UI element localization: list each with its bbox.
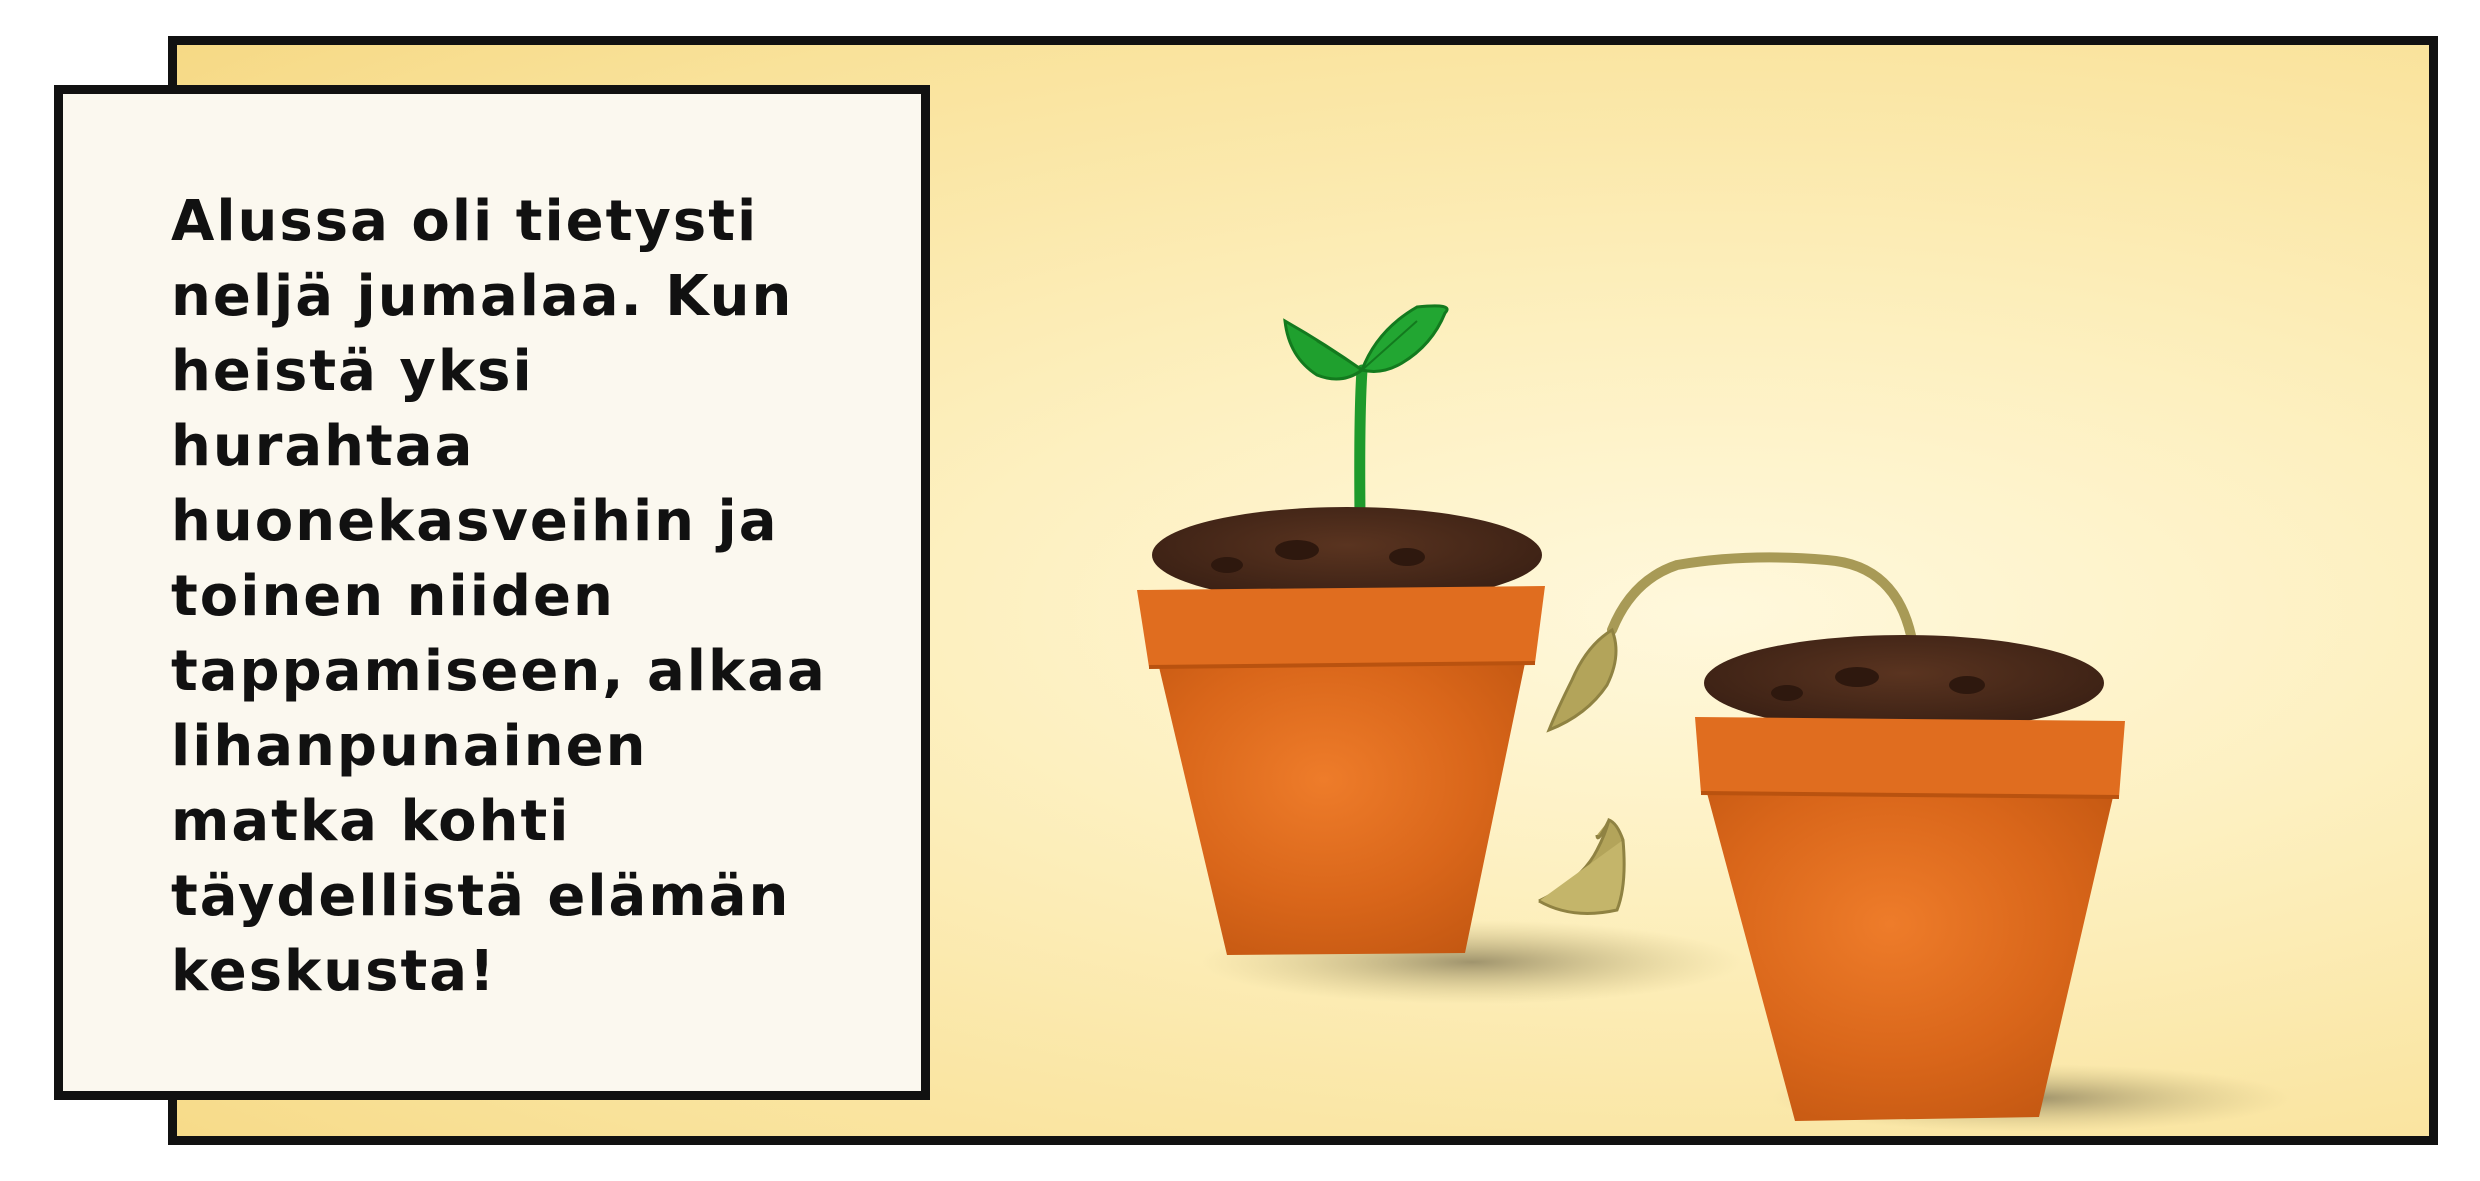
sprout-leaf-right <box>1360 304 1449 373</box>
sprout-leaf-left <box>1283 318 1365 381</box>
wilted-stem <box>1607 552 1917 645</box>
right-pot-rim <box>1695 717 2125 797</box>
caption-box: Alussa oli tietysti neljä jumalaa. Kun h… <box>54 85 930 1100</box>
left-pot-rim <box>1137 586 1545 667</box>
wilted-plant-pot <box>1546 552 2125 1121</box>
comic-page: Alussa oli tietysti neljä jumalaa. Kun h… <box>0 0 2480 1181</box>
caption-text: Alussa oli tietysti neljä jumalaa. Kun h… <box>171 189 827 1004</box>
left-pot-body <box>1159 663 1525 955</box>
right-pot-soil <box>1704 635 2104 731</box>
healthy-sprout-pot <box>1137 304 1545 955</box>
wilted-leaf <box>1546 627 1618 733</box>
